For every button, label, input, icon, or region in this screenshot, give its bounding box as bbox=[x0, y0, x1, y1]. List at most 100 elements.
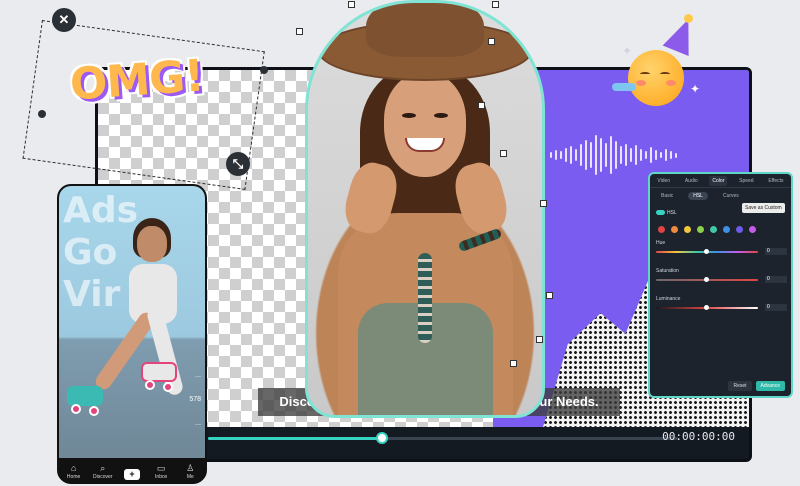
waveform-bar bbox=[615, 141, 617, 169]
share-count[interactable]: ... bbox=[195, 420, 201, 427]
search-icon: ⌕ bbox=[100, 463, 106, 473]
waveform-bar bbox=[590, 142, 592, 168]
left-eye bbox=[402, 113, 416, 118]
close-icon[interactable]: ✕ bbox=[52, 8, 76, 32]
waveform-bar bbox=[650, 147, 652, 163]
party-hat bbox=[662, 13, 702, 57]
luminance-slider-thumb[interactable] bbox=[704, 305, 709, 310]
resize-handle[interactable] bbox=[478, 102, 485, 109]
color-swatch[interactable] bbox=[697, 226, 704, 233]
reset-button[interactable]: Reset bbox=[728, 381, 752, 391]
phone-bottom-nav: ⌂ Home ⌕ Discover + ▭ Inbox ♙ Me bbox=[59, 458, 205, 482]
phone-overlay-line: Vir bbox=[63, 274, 121, 315]
hue-slider[interactable] bbox=[656, 249, 758, 254]
nav-discover[interactable]: ⌕ Discover bbox=[90, 463, 116, 480]
waveform-bar bbox=[600, 138, 602, 172]
resize-handle[interactable] bbox=[536, 336, 543, 343]
waveform-bar bbox=[635, 145, 637, 165]
party-blower bbox=[612, 83, 636, 91]
tab-audio[interactable]: Audio bbox=[682, 176, 701, 186]
luminance-slider[interactable] bbox=[656, 305, 758, 310]
waveform-bar bbox=[570, 146, 572, 164]
waveform-bar bbox=[670, 151, 672, 159]
resize-handle[interactable] bbox=[500, 150, 507, 157]
luminance-value[interactable]: 0 bbox=[765, 304, 787, 311]
panel-tabs: Video Audio Color Speed Effects bbox=[650, 174, 791, 188]
waveform-bar bbox=[565, 148, 567, 162]
hue-value[interactable]: 0 bbox=[765, 248, 787, 255]
woman-cutout-image[interactable] bbox=[305, 0, 545, 418]
waveform-bar bbox=[655, 150, 657, 160]
panel-subtabs: Basic HSL Curves bbox=[650, 188, 791, 204]
right-eye bbox=[434, 113, 448, 118]
color-swatch[interactable] bbox=[736, 226, 743, 233]
subtab-hsl[interactable]: HSL bbox=[688, 192, 708, 200]
plus-icon: + bbox=[123, 469, 140, 480]
saturation-label: Saturation bbox=[656, 268, 679, 274]
tab-effects[interactable]: Effects bbox=[765, 176, 786, 186]
profile-icon: ♙ bbox=[186, 463, 195, 473]
subtab-curves[interactable]: Curves bbox=[718, 192, 744, 200]
waveform-bar bbox=[625, 144, 627, 166]
hsl-toggle[interactable]: HSL bbox=[656, 210, 677, 216]
party-emoji-sticker[interactable] bbox=[628, 50, 684, 106]
subtab-basic[interactable]: Basic bbox=[656, 192, 678, 200]
hue-slider-thumb[interactable] bbox=[704, 249, 709, 254]
nav-me[interactable]: ♙ Me bbox=[177, 463, 203, 480]
resize-handle[interactable] bbox=[510, 360, 517, 367]
waveform-bar bbox=[620, 146, 622, 164]
color-swatches bbox=[658, 226, 756, 233]
tab-video[interactable]: Video bbox=[654, 176, 673, 186]
waveform-bar bbox=[595, 135, 597, 175]
color-swatch[interactable] bbox=[671, 226, 678, 233]
like-count[interactable]: ... bbox=[195, 372, 201, 379]
tab-speed[interactable]: Speed bbox=[736, 176, 756, 186]
luminance-row: Luminance 0 bbox=[656, 296, 787, 311]
waveform-bar bbox=[550, 152, 552, 158]
nav-inbox[interactable]: ▭ Inbox bbox=[148, 463, 174, 480]
sparkle-icon: ✦ bbox=[622, 44, 633, 58]
saturation-row: Saturation 0 bbox=[656, 268, 787, 283]
tab-color[interactable]: Color bbox=[709, 175, 728, 186]
emoji-blush bbox=[636, 80, 646, 86]
color-swatch[interactable] bbox=[749, 226, 756, 233]
resize-handle[interactable] bbox=[546, 292, 553, 299]
selection-corner-dot[interactable] bbox=[260, 66, 268, 74]
skate-wheel bbox=[71, 404, 81, 414]
omg-sticker[interactable]: OMG! bbox=[68, 50, 205, 110]
waveform-bar bbox=[665, 149, 667, 161]
resize-handle[interactable] bbox=[540, 200, 547, 207]
emoji-eye bbox=[640, 72, 650, 76]
color-swatch[interactable] bbox=[710, 226, 717, 233]
selection-corner-dot[interactable] bbox=[38, 110, 46, 118]
resize-handle[interactable] bbox=[488, 38, 495, 45]
hue-row: Hue 0 bbox=[656, 240, 787, 255]
waveform-bar bbox=[630, 148, 632, 162]
waveform-bar bbox=[610, 136, 612, 174]
color-swatch[interactable] bbox=[684, 226, 691, 233]
color-adjust-panel: Video Audio Color Speed Effects Basic HS… bbox=[648, 172, 793, 398]
waveform-bar bbox=[585, 140, 587, 170]
resize-handle[interactable] bbox=[296, 28, 303, 35]
waveform-bar bbox=[640, 149, 642, 161]
nav-create[interactable]: + bbox=[119, 469, 145, 480]
saturation-slider[interactable] bbox=[656, 277, 758, 282]
color-swatch[interactable] bbox=[723, 226, 730, 233]
resize-handle[interactable] bbox=[492, 1, 499, 8]
girl-head bbox=[137, 226, 167, 262]
sparkle-icon: ✦ bbox=[690, 82, 701, 96]
advance-button[interactable]: Advance bbox=[755, 381, 785, 391]
phone-video-screen: Ads Go Vir ... 578 ... bbox=[59, 186, 205, 460]
toggle-switch[interactable] bbox=[656, 210, 665, 216]
color-swatch[interactable] bbox=[658, 226, 665, 233]
save-as-custom-tooltip: Save as Custom bbox=[742, 203, 785, 213]
nav-home[interactable]: ⌂ Home bbox=[61, 463, 87, 480]
skate-wheel bbox=[89, 406, 99, 416]
rotate-handle-icon[interactable]: ⤡ bbox=[226, 152, 250, 176]
saturation-value[interactable]: 0 bbox=[765, 276, 787, 283]
hat-crown bbox=[366, 3, 484, 57]
resize-handle[interactable] bbox=[348, 1, 355, 8]
comment-count[interactable]: 578 bbox=[189, 396, 201, 403]
skate-wheel bbox=[145, 380, 155, 390]
saturation-slider-thumb[interactable] bbox=[704, 277, 709, 282]
